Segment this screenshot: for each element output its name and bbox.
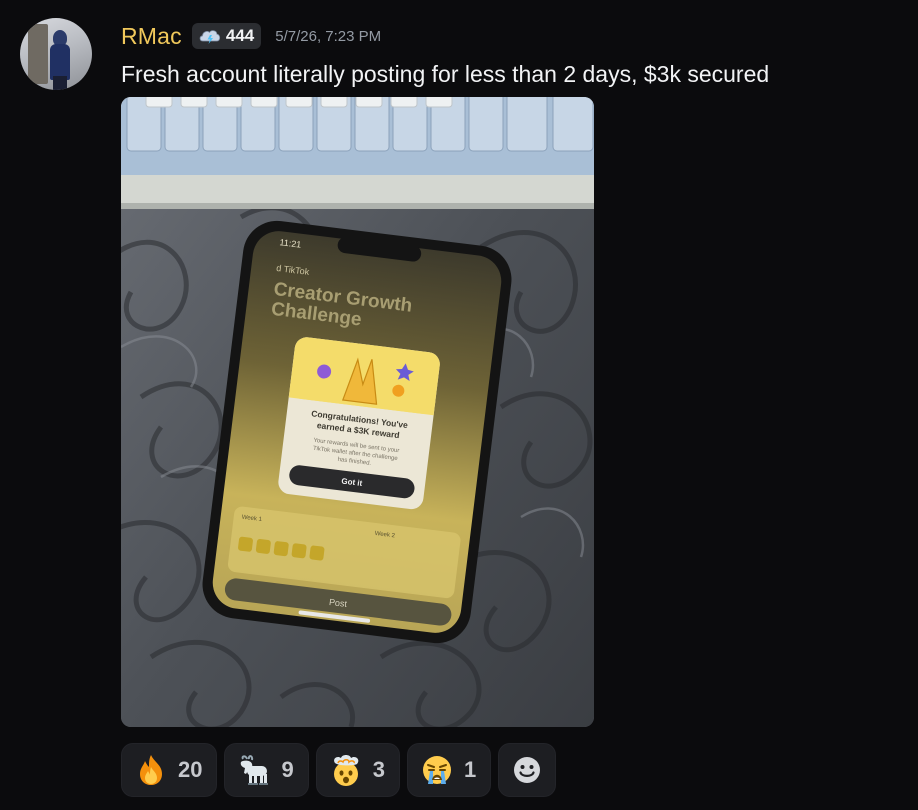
message-timestamp[interactable]: 5/7/26, 7:23 PM — [275, 28, 381, 45]
reaction-count: 3 — [372, 757, 385, 782]
reaction-count: 1 — [463, 757, 477, 782]
reaction-goat[interactable]: 9 — [224, 743, 309, 797]
goat-emoji-icon — [241, 755, 269, 785]
loudly-crying-face-emoji-icon — [422, 756, 451, 784]
attachment-photo: 11:21 d TikTok Creator Growth Challenge … — [121, 97, 594, 727]
reaction-fire[interactable]: 20 — [121, 743, 218, 797]
reaction-bar: 20 9 3 1 — [121, 743, 557, 797]
reaction-count: 20 — [178, 757, 203, 782]
avatar-legs — [53, 76, 67, 90]
smartphone: 11:21 d TikTok Creator Growth Challenge … — [202, 220, 512, 644]
server-tag-label: 444 — [225, 26, 255, 45]
cloud-lightning-icon — [199, 30, 220, 44]
exploding-head-emoji-icon — [333, 755, 359, 786]
add-reaction-smiley-icon — [514, 757, 541, 783]
message-header: RMac 444 5/7/26, 7:23 PM — [121, 20, 381, 52]
reaction-exploding-head[interactable]: 3 — [315, 743, 400, 797]
reaction-count: 9 — [281, 757, 294, 782]
chat-message: RMac 444 5/7/26, 7:23 PM Fresh account l… — [0, 0, 918, 810]
user-avatar[interactable] — [20, 18, 92, 90]
add-reaction-button[interactable] — [498, 743, 557, 797]
avatar-door — [28, 24, 48, 84]
author-name[interactable]: RMac — [121, 23, 182, 50]
avatar-body — [50, 44, 70, 80]
message-content: Fresh account literally posting for less… — [121, 61, 770, 87]
keyboard — [121, 97, 594, 209]
server-tag-badge[interactable]: 444 — [191, 23, 262, 49]
fire-emoji-icon — [140, 755, 162, 785]
reaction-loudly-crying[interactable]: 1 — [406, 743, 492, 797]
reward-modal: Congratulations! You've earned a $3K rew… — [278, 337, 440, 510]
image-attachment[interactable]: 11:21 d TikTok Creator Growth Challenge … — [121, 97, 594, 727]
